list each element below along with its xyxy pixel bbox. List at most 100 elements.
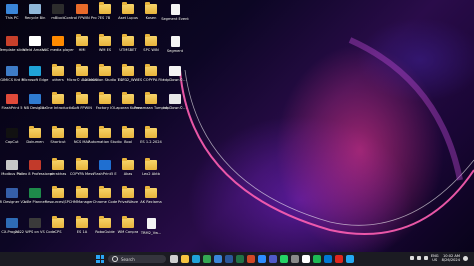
teams-icon[interactable] bbox=[269, 255, 277, 263]
desktop-icon[interactable]: HMI bbox=[71, 34, 93, 52]
desktop-icon[interactable]: Resources\SPC bbox=[45, 186, 71, 204]
app-icon bbox=[29, 188, 41, 198]
desktop-icon[interactable]: 2022 WPS on VS Code bbox=[15, 218, 55, 234]
desktop-icon[interactable]: RoboGuide bbox=[94, 216, 116, 234]
desktop-icon[interactable]: ES 1.2.2024 bbox=[140, 126, 162, 144]
folder-icon bbox=[122, 186, 134, 198]
desktop-icon-label: mBlock bbox=[51, 16, 65, 20]
folder-icon bbox=[122, 126, 134, 138]
desktop-icon[interactable]: ES 7B bbox=[94, 2, 116, 20]
desktop-icon[interactable]: This PC bbox=[1, 4, 23, 20]
notification-icon[interactable] bbox=[463, 255, 468, 261]
desktop-icon[interactable]: CapCut bbox=[1, 128, 23, 144]
desktop-icon[interactable]: tdpDown©... bbox=[163, 94, 187, 110]
desktop-icon[interactable]: Automation Studio 7.0 ... bbox=[83, 64, 127, 82]
desktop-icon[interactable]: TRM2_Vw... bbox=[140, 218, 162, 235]
search-input[interactable]: Search bbox=[108, 255, 166, 263]
chevron-up-icon[interactable] bbox=[409, 256, 414, 260]
word-icon[interactable] bbox=[225, 255, 233, 263]
excel-icon[interactable] bbox=[236, 255, 244, 263]
folder-icon bbox=[76, 34, 88, 46]
desktop-icon[interactable]: HMI Designer V2.7 bbox=[0, 188, 29, 204]
desktop-icon[interactable]: ESP32_WW bbox=[117, 64, 139, 82]
desktop-icon[interactable]: Segment Event bbox=[161, 4, 189, 21]
desktop-icon[interactable]: Chrome Code bbox=[93, 186, 117, 204]
language-indicator[interactable]: ENG US bbox=[431, 254, 439, 262]
edge-icon[interactable] bbox=[192, 255, 200, 263]
desktop-icon[interactable]: others bbox=[47, 64, 69, 82]
desktop-icon[interactable]: Bool bbox=[117, 126, 139, 144]
desktop-icon[interactable]: HMManager bbox=[71, 186, 93, 204]
settings-icon[interactable] bbox=[291, 255, 299, 263]
folder-icon bbox=[122, 158, 134, 170]
desktop-icon[interactable]: Penamaan Tumpak bbox=[134, 92, 168, 110]
wifi-icon[interactable] bbox=[416, 256, 421, 260]
app-icon bbox=[6, 218, 18, 228]
desktop-icon[interactable]: Aset Lupus bbox=[117, 2, 139, 20]
desktop-icon[interactable]: CPS bbox=[47, 216, 69, 234]
task-view-icon[interactable] bbox=[170, 255, 178, 263]
volume-icon[interactable] bbox=[423, 256, 428, 260]
desktop-icon[interactable]: Shortcut bbox=[47, 126, 69, 144]
desktop-icon[interactable]: GIMICS Krd B bbox=[0, 66, 24, 82]
desktop-icon-label: UTMSBET bbox=[119, 48, 137, 52]
desktop-icon[interactable]: perakhas bbox=[47, 158, 69, 176]
desktop-icon[interactable]: Control FPWIN Pro 7 bbox=[64, 4, 100, 20]
folder-icon bbox=[122, 92, 134, 104]
whatsapp-icon[interactable] bbox=[280, 255, 288, 263]
chrome-icon[interactable] bbox=[203, 255, 211, 263]
desktop-icon[interactable]: WM Conpra bbox=[117, 216, 139, 234]
desktop-icon[interactable]: Kosen bbox=[140, 2, 162, 20]
acrobat-icon[interactable] bbox=[335, 255, 343, 263]
zoom-icon[interactable] bbox=[258, 255, 266, 263]
desktop-icon[interactable]: FlashPrint5 E bbox=[93, 160, 117, 176]
desktop-icon[interactable]: Akas bbox=[117, 158, 139, 176]
store-icon[interactable] bbox=[214, 255, 222, 263]
folder-icon bbox=[52, 216, 64, 228]
desktop-icon[interactable]: avie Planner bbox=[24, 188, 46, 204]
desktop-icon[interactable]: ES 1A bbox=[71, 216, 93, 234]
desktop: This PC Recycle Bin mBlock Control FPWIN Pr… bbox=[0, 0, 474, 252]
folder-icon bbox=[145, 158, 157, 170]
desktop-icon[interactable]: tdpDown©... bbox=[163, 66, 187, 82]
desktop-icon[interactable]: CX-One Introductio... bbox=[39, 92, 77, 110]
desktop-icon-label: GIMICS Krd B bbox=[0, 78, 24, 82]
desktop-icon[interactable]: Template slide bbox=[0, 36, 25, 52]
vs-code-icon[interactable] bbox=[346, 255, 354, 263]
desktop-icon[interactable]: Segment bbox=[164, 36, 186, 53]
app-icon bbox=[169, 94, 181, 104]
desktop-icon[interactable]: PrivatWave bbox=[117, 186, 139, 204]
desktop-icon[interactable]: Pixlex 8 Professional bbox=[17, 160, 53, 176]
desktop-icon[interactable]: Microsoft Edge bbox=[22, 66, 48, 82]
desktop-icon[interactable]: SPC WIN bbox=[140, 34, 162, 52]
desktop-icon-label: HMI bbox=[78, 48, 86, 52]
desktop-icon-label: RoboGuide bbox=[95, 230, 115, 234]
desktop-icon[interactable]: AK Reclama bbox=[140, 186, 162, 204]
search-placeholder: Search bbox=[121, 256, 135, 262]
clock[interactable]: 10:02 AM 8/26/2024 bbox=[442, 254, 460, 262]
folder-icon bbox=[145, 2, 157, 14]
desktop-icon[interactable]: UTMSBET bbox=[117, 34, 139, 52]
capcut-icon[interactable] bbox=[302, 255, 310, 263]
desktop-icon[interactable]: COPYPA Mess bbox=[70, 158, 94, 176]
desktop-icon[interactable]: FlashPrint 5 bbox=[1, 94, 23, 110]
mail-icon[interactable] bbox=[324, 255, 332, 263]
desktop-icon[interactable]: Automation Studio bbox=[88, 126, 122, 144]
file-explorer-icon[interactable] bbox=[181, 255, 189, 263]
desktop-icon[interactable]: Factory IO bbox=[94, 92, 116, 110]
desktop-icon[interactable]: Soft FPWIN bbox=[71, 92, 93, 110]
lang-bottom: US bbox=[432, 258, 438, 262]
app-icon bbox=[29, 4, 41, 14]
desktop-icon[interactable]: WM ES bbox=[94, 34, 116, 52]
desktop-icon[interactable]: ES COPYPA File bbox=[138, 64, 164, 82]
desktop-icon[interactable]: Recycle Bin bbox=[24, 4, 46, 20]
desktop-icon-label: Template slide bbox=[0, 48, 25, 52]
desktop-icon[interactable]: VLC media player bbox=[42, 36, 74, 52]
folder-icon bbox=[145, 126, 157, 138]
spotify-icon[interactable] bbox=[313, 255, 321, 263]
desktop-icon[interactable]: Lex2 Aktb bbox=[140, 158, 162, 176]
windows-start-icon[interactable] bbox=[96, 255, 104, 263]
desktop-icon[interactable]: Dokumen bbox=[24, 126, 46, 144]
desktop-icon-label: CapCut bbox=[5, 140, 19, 144]
powerpoint-icon[interactable] bbox=[247, 255, 255, 263]
